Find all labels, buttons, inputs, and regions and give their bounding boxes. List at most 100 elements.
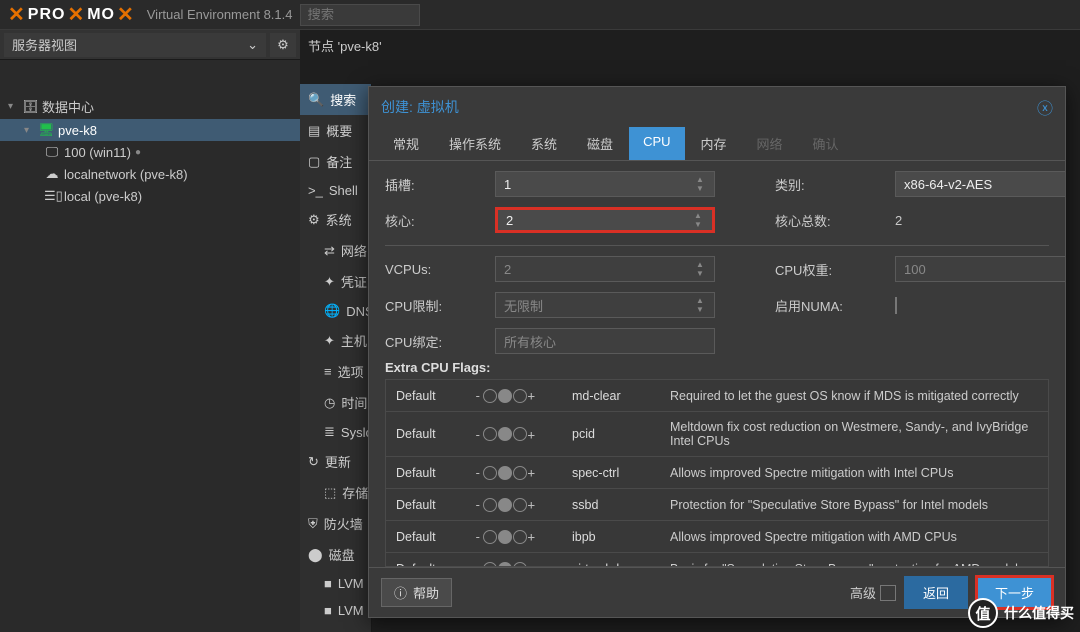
cpu-flags-list[interactable]: Default- +md-clearRequired to let the gu… <box>385 379 1049 567</box>
watermark-text: 什么值得买 <box>1004 603 1074 623</box>
menu-disks[interactable]: ⬤磁盘 <box>300 539 371 570</box>
menu-system[interactable]: ⚙系统 <box>300 204 371 235</box>
spinner-arrows-icon[interactable]: ▲▼ <box>696 259 710 279</box>
watermark: 值 什么值得买 <box>968 598 1074 628</box>
view-settings-button[interactable]: ⚙ <box>270 33 296 57</box>
menu-label: LVM <box>338 603 364 618</box>
dialog-header: 创建: 虚拟机 ⓧ <box>369 87 1065 127</box>
search-icon: 🔍 <box>308 92 324 108</box>
sockets-input[interactable]: 1 ▲▼ <box>495 171 715 197</box>
vcpus-input[interactable]: 2 ▲▼ <box>495 256 715 282</box>
numa-checkbox[interactable] <box>895 297 897 314</box>
cpu-limit-input[interactable]: 无限制 ▲▼ <box>495 292 715 318</box>
flag-description: Protection for "Speculative Store Bypass… <box>670 498 1038 512</box>
cpu-flag-row: Default- +spec-ctrlAllows improved Spect… <box>386 457 1048 489</box>
menu-options[interactable]: ≡选项 <box>300 356 371 387</box>
flag-name: spec-ctrl <box>572 466 662 480</box>
menu-summary[interactable]: ▤概要 <box>300 115 371 146</box>
product-version: Virtual Environment 8.1.4 <box>147 7 293 22</box>
tab-system[interactable]: 系统 <box>517 127 571 160</box>
menu-hosts[interactable]: ✦主机 <box>300 325 371 356</box>
flag-tristate[interactable]: - + <box>474 388 564 403</box>
flag-tristate[interactable]: - + <box>474 497 564 512</box>
advanced-toggle[interactable]: 高级 <box>850 583 896 602</box>
flag-name: ibpb <box>572 530 662 544</box>
caret-down-icon: ▾ <box>8 101 18 112</box>
tab-cpu[interactable]: CPU <box>629 127 684 160</box>
menu-repos[interactable]: ⬚ 存储 <box>300 477 371 508</box>
help-label: 帮助 <box>413 583 439 602</box>
tab-disks[interactable]: 磁盘 <box>573 127 627 160</box>
spinner-arrows-icon[interactable]: ▲▼ <box>696 295 710 315</box>
menu-syslog[interactable]: ≣Syslog <box>300 418 371 446</box>
menu-shell[interactable]: >_Shell <box>300 177 371 204</box>
logo-x-icon: ✕ <box>67 2 85 27</box>
input-value: 2 <box>504 262 511 277</box>
view-selector[interactable]: 服务器视图 ⌄ <box>4 33 266 57</box>
label-vcpus: VCPUs: <box>385 262 485 277</box>
tab-network[interactable]: 网络 <box>743 127 797 160</box>
tree-node-pve-k8[interactable]: ▾ 🖥 pve-k8 <box>0 119 300 141</box>
flag-tristate[interactable]: - + <box>474 529 564 544</box>
flag-tristate[interactable]: - + <box>474 427 564 442</box>
menu-certificates[interactable]: ✦凭证 <box>300 266 371 297</box>
menu-firewall[interactable]: ⛨防火墙 <box>300 508 371 539</box>
input-value: 无限制 <box>504 296 543 315</box>
menu-dns[interactable]: 🌐DNS <box>300 297 371 325</box>
tab-confirm[interactable]: 确认 <box>799 127 853 160</box>
advanced-label: 高级 <box>850 583 876 602</box>
label-cpu-affinity: CPU绑定: <box>385 332 485 351</box>
gear-icon: ⚙ <box>277 37 289 53</box>
spinner-arrows-icon[interactable]: ▲▼ <box>694 212 708 228</box>
back-button[interactable]: 返回 <box>904 576 968 609</box>
cores-input[interactable]: 2 ▲▼ <box>495 207 715 233</box>
tab-os[interactable]: 操作系统 <box>435 127 515 160</box>
menu-network[interactable]: ⇄网络 <box>300 235 371 266</box>
flag-name: md-clear <box>572 389 662 403</box>
extra-flags-label: Extra CPU Flags: <box>385 360 1049 375</box>
label-cpu-limit: CPU限制: <box>385 296 485 315</box>
menu-notes[interactable]: ▢备注 <box>300 146 371 177</box>
global-search-input[interactable] <box>300 4 420 26</box>
menu-label: 更新 <box>325 452 351 471</box>
menu-lvm[interactable]: ■LVM <box>300 570 371 597</box>
spinner-arrows-icon[interactable]: ▲▼ <box>696 174 710 194</box>
select-value: x86-64-v2-AES <box>904 177 992 192</box>
cogs-icon: ⚙ <box>308 212 320 228</box>
product-logo: ✕ PRO ✕ MO ✕ <box>8 2 135 27</box>
input-value: 1 <box>504 177 511 192</box>
options-icon: ≡ <box>324 364 332 379</box>
tree-storage-local[interactable]: ☰▯ local (pve-k8) <box>0 185 300 207</box>
advanced-checkbox[interactable] <box>880 585 896 601</box>
archive-icon: ⬚ <box>324 485 336 501</box>
tree-label: local (pve-k8) <box>64 189 142 204</box>
tab-memory[interactable]: 内存 <box>687 127 741 160</box>
dialog-body: 插槽: 1 ▲▼ 类别: x86-64-v2-AES ✕ ▾ 核心: 2 ▲▼ … <box>369 161 1065 567</box>
tab-general[interactable]: 常规 <box>379 127 433 160</box>
input-value: 100 <box>904 262 926 277</box>
menu-label: 存储 <box>342 483 368 502</box>
menu-search[interactable]: 🔍搜索 <box>300 84 371 115</box>
cert-icon: ✦ <box>324 274 335 290</box>
create-vm-dialog: 创建: 虚拟机 ⓧ 常规 操作系统 系统 磁盘 CPU 内存 网络 确认 插槽:… <box>368 86 1066 618</box>
menu-directory[interactable]: 📁目录 <box>300 624 371 632</box>
wizard-tabs: 常规 操作系统 系统 磁盘 CPU 内存 网络 确认 <box>369 127 1065 161</box>
menu-label: 备注 <box>326 152 352 171</box>
menu-lvm-thin[interactable]: ■LVM <box>300 597 371 624</box>
cpu-type-select[interactable]: x86-64-v2-AES ✕ ▾ <box>895 171 1065 197</box>
tree-datacenter[interactable]: ▾ 🗄 数据中心 <box>0 94 300 119</box>
top-bar: ✕ PRO ✕ MO ✕ Virtual Environment 8.1.4 <box>0 0 1080 30</box>
cpu-weight-input[interactable]: 100 ▲▼ <box>895 256 1065 282</box>
menu-time[interactable]: ◷时间 <box>300 387 371 418</box>
tree-storage-localnetwork[interactable]: ☁ localnetwork (pve-k8) <box>0 163 300 185</box>
help-button[interactable]: ⓘ 帮助 <box>381 578 452 607</box>
tree-label: 数据中心 <box>42 97 94 116</box>
logo-x-icon: ✕ <box>117 2 135 27</box>
tree-vm-100[interactable]: 🖵 100 (win11) ● <box>0 141 300 163</box>
dialog-close-button[interactable]: ⓧ <box>1037 95 1053 119</box>
cpu-affinity-input[interactable]: 所有核心 <box>495 328 715 354</box>
menu-updates[interactable]: ↻更新 <box>300 446 371 477</box>
cpu-flag-row: Default- +pcidMeltdown fix cost reductio… <box>386 412 1048 457</box>
flag-tristate[interactable]: - + <box>474 465 564 480</box>
dialog-footer: ⓘ 帮助 高级 返回 下一步 <box>369 567 1065 617</box>
